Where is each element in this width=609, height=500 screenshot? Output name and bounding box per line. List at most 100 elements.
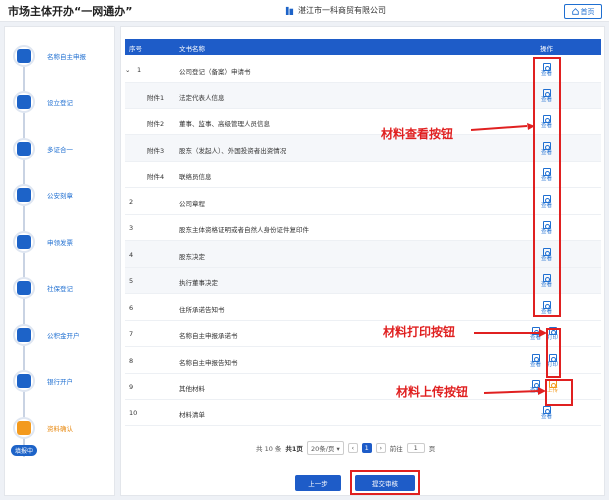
row-seq: 10: [129, 409, 138, 417]
step-label: 公积金开户: [47, 332, 80, 340]
row-seq: 附件2: [147, 120, 165, 128]
annotation-print: 材料打印按钮: [383, 325, 456, 339]
row-seq: 9: [129, 383, 134, 391]
view-label: 查看: [530, 362, 542, 368]
step-label: 申领发票: [47, 239, 73, 247]
progress-sidebar: 名称自主申报 设立登记 多证合一 公安刻章 申领发票 社保登记 公积金开户 银行…: [4, 26, 115, 496]
pagination-pages: 共1页: [285, 445, 303, 453]
row-seq: 4: [129, 251, 134, 259]
next-page-button[interactable]: ›: [375, 443, 386, 453]
company-label: 湛江市一科商贸有限公司: [298, 6, 386, 15]
step-label: 资料确认: [47, 425, 73, 433]
multi-license-icon: [13, 138, 35, 160]
step-label: 公安刻章: [47, 192, 73, 200]
upload-button-highlight: [545, 379, 573, 406]
main-panel: 序号 文书名称 操作 ⌄ 1 公司登记（备案）申请书查看 附件1 法定代表人信息查看 附…: [120, 26, 605, 496]
row-seq: 2: [129, 198, 134, 206]
row-seq: 6: [129, 304, 134, 312]
row-name: 公司登记（备案）申请书: [179, 68, 251, 76]
row-seq: 5: [129, 277, 134, 285]
company-name: 湛江市一科商贸有限公司: [285, 5, 386, 16]
page-size-value: 20条/页: [310, 445, 335, 453]
table-row: 附件1 法定代表人信息 查看: [125, 83, 601, 109]
step-label: 多证合一: [47, 146, 73, 154]
step-label: 设立登记: [47, 99, 73, 107]
seal-icon: [13, 184, 35, 206]
table-header: 序号 文书名称 操作: [125, 39, 601, 55]
print-buttons-highlight: [546, 328, 561, 378]
table-row: 3 股东主体资格证明或者自然人身份证件复印件 查看: [125, 215, 601, 241]
annotation-view: 材料查看按钮: [381, 127, 454, 141]
table-row: 6 住所承诺告知书 查看: [125, 294, 601, 321]
row-name: 名称自主申报承诺书: [179, 332, 238, 340]
step-multi-license[interactable]: 多证合一: [13, 137, 113, 161]
pagination-total: 共 10 条: [256, 445, 282, 453]
step-housing-fund[interactable]: 公积金开户: [13, 323, 113, 347]
goto-label: 前往: [389, 445, 403, 453]
row-seq: 附件1: [147, 94, 165, 102]
housing-fund-icon: [13, 324, 35, 346]
table-row: 10 材料清单 查看: [125, 400, 601, 426]
row-seq: 附件4: [147, 173, 165, 181]
step-label: 名称自主申报: [47, 53, 86, 61]
row-name: 法定代表人信息: [179, 94, 225, 102]
home-label: 首页: [580, 7, 595, 16]
row-seq: 1: [137, 66, 142, 74]
row-seq: 附件3: [147, 147, 165, 155]
building-icon: [285, 6, 294, 15]
col-name: 文书名称: [179, 45, 205, 53]
step-bank[interactable]: 银行开户: [13, 369, 113, 393]
table-row: 4 股东决定 查看: [125, 241, 601, 268]
app-title: 市场主体开办“一网通办”: [8, 5, 133, 18]
invoice-icon: [13, 231, 35, 253]
step-social-security[interactable]: 社保登记: [13, 276, 113, 300]
view-icon: [542, 406, 551, 414]
view-button[interactable]: 查看: [530, 354, 541, 369]
step-connector: [23, 57, 25, 457]
prev-step-button[interactable]: 上一步: [295, 475, 341, 491]
step-name-declare[interactable]: 名称自主申报: [13, 44, 113, 68]
view-label: 查看: [541, 414, 553, 420]
filling-status-badge: 填报中: [11, 445, 38, 456]
page-unit-label: 页: [428, 445, 436, 453]
row-name: 执行董事决定: [179, 279, 218, 287]
row-name: 董事、监事、高级管理人员信息: [179, 120, 270, 128]
document-confirm-icon: [13, 417, 35, 439]
step-label: 社保登记: [47, 285, 73, 293]
row-name: 联络员信息: [179, 173, 212, 181]
bank-icon: [13, 370, 35, 392]
step-invoice[interactable]: 申领发票: [13, 230, 113, 254]
goto-page-input[interactable]: 1: [406, 443, 425, 453]
submit-review-button[interactable]: 提交审核: [355, 475, 415, 491]
row-name: 股东（发起人）、外国投资者出资情况: [179, 147, 287, 155]
row-name: 股东决定: [179, 253, 205, 261]
home-icon: [571, 8, 579, 15]
row-seq: 3: [129, 224, 134, 232]
table-row: 5 执行董事决定 查看: [125, 268, 601, 294]
row-name: 名称自主申报告知书: [179, 359, 238, 367]
home-button[interactable]: 首页: [564, 4, 602, 19]
col-action: 操作: [540, 45, 553, 53]
table-row: 附件4 联络员信息 查看: [125, 162, 601, 188]
table-row: 附件3 股东（发起人）、外国投资者出资情况 查看: [125, 135, 601, 162]
row-name: 其他材料: [179, 385, 205, 393]
table-row: ⌄ 1 公司登记（备案）申请书 查看: [125, 56, 601, 83]
row-name: 材料清单: [179, 411, 205, 419]
row-name: 住所承诺告知书: [179, 306, 225, 314]
prev-page-button[interactable]: ‹: [347, 443, 358, 453]
row-name: 股东主体资格证明或者自然人身份证件复印件: [179, 226, 309, 234]
step-document-confirm[interactable]: 资料确认: [13, 416, 113, 440]
register-icon: [13, 91, 35, 113]
top-header: 市场主体开办“一网通办” 湛江市一科商贸有限公司 首页: [0, 0, 609, 22]
page-size-select[interactable]: 20条/页 ▾: [306, 441, 344, 455]
table-row: 8 名称自主申报告知书 查看 打印: [125, 347, 601, 374]
view-buttons-highlight: [533, 57, 561, 317]
step-seal[interactable]: 公安刻章: [13, 183, 113, 207]
name-declare-icon: [13, 45, 35, 67]
row-name: 公司章程: [179, 200, 205, 208]
view-button[interactable]: 查看: [541, 406, 552, 421]
col-seq: 序号: [129, 45, 142, 53]
page-1-button[interactable]: 1: [361, 443, 372, 453]
expand-chevron-icon[interactable]: ⌄: [125, 66, 130, 74]
step-register[interactable]: 设立登记: [13, 90, 113, 114]
